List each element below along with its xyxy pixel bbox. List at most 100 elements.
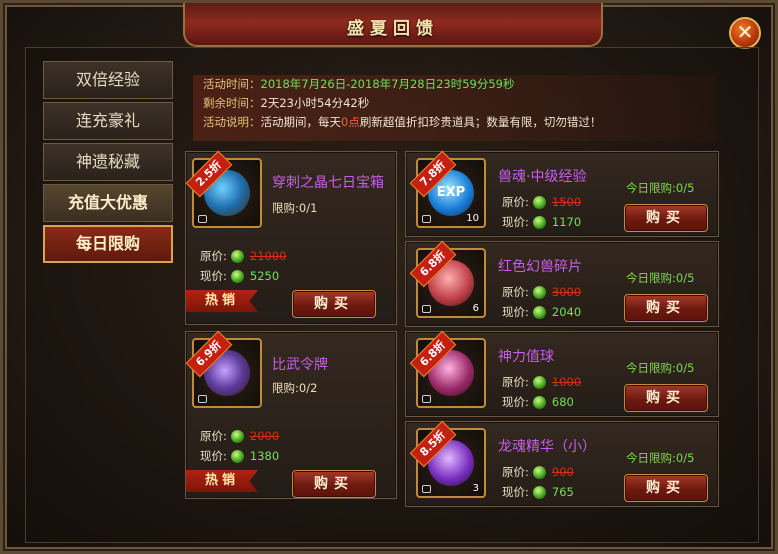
- jade-coin-icon: [532, 486, 546, 499]
- event-desc-row: 活动说明：活动期间，每天0点刷新超值折扣珍贵道具；数量有限，切勿错过！: [193, 113, 717, 132]
- window-frame: 盛夏回馈 ✕ 双倍经验 连充豪礼 神遗秘藏 充值大优惠 每日限购 活动时间：20…: [0, 0, 778, 554]
- close-button[interactable]: ✕: [729, 17, 761, 49]
- buy-button[interactable]: 购买: [624, 384, 708, 412]
- event-desc-highlight: 0点: [341, 115, 360, 129]
- item-icon[interactable]: 6.8折 6: [409, 240, 486, 318]
- buy-button[interactable]: 购买: [292, 470, 376, 498]
- buy-button[interactable]: 购买: [624, 294, 708, 322]
- item-quantity: 3: [472, 483, 479, 494]
- current-price: 现价: 1170: [502, 214, 581, 230]
- hot-sale-tag: 热销: [186, 290, 258, 312]
- original-price: 原价: 21000: [200, 248, 286, 264]
- buy-button[interactable]: 购买: [292, 290, 376, 318]
- original-price-value: 21000: [249, 249, 287, 263]
- item-icon[interactable]: 6.8折: [409, 330, 486, 408]
- item-icon[interactable]: 2.5折: [185, 150, 262, 228]
- lock-icon: [198, 215, 207, 223]
- original-price: 原价: 3000: [502, 284, 581, 300]
- lock-icon: [422, 395, 431, 403]
- remaining-time-value: 2天23小时54分42秒: [260, 96, 370, 110]
- original-price-value: 1500: [551, 195, 582, 209]
- item-quantity: 6: [472, 303, 479, 314]
- jade-coin-icon: [532, 216, 546, 229]
- original-price-label: 原价:: [502, 285, 529, 299]
- event-desc-label: 活动说明：: [203, 115, 261, 129]
- daily-limit: 今日限购:0/5: [626, 181, 695, 195]
- original-price-label: 原价:: [200, 429, 227, 443]
- event-desc-text-a: 活动期间，每天: [260, 115, 342, 129]
- buy-button[interactable]: 购买: [624, 204, 708, 232]
- current-price-value: 1380: [249, 449, 280, 463]
- current-price: 现价: 2040: [502, 304, 581, 320]
- item-name: 穿刺之晶七日宝箱: [272, 175, 384, 191]
- buy-button[interactable]: 购买: [624, 474, 708, 502]
- event-time-row: 活动时间：2018年7月26日-2018年7月28日23时59分59秒: [193, 75, 717, 94]
- current-price-value: 1170: [551, 215, 582, 229]
- lock-icon: [422, 485, 431, 493]
- current-price-label: 现价:: [502, 215, 529, 229]
- item-name: 龙魂精华（小）: [498, 439, 596, 455]
- item-icon[interactable]: EXP 7.8折 10: [409, 150, 486, 228]
- jade-coin-icon: [532, 396, 546, 409]
- original-price: 原价: 2000: [200, 428, 279, 444]
- item-icon[interactable]: 6.9折: [185, 330, 262, 408]
- jade-coin-icon: [230, 270, 244, 283]
- current-price: 现价: 1380: [200, 448, 279, 464]
- jade-coin-icon: [532, 376, 546, 389]
- original-price-label: 原价:: [502, 195, 529, 209]
- original-price-label: 原价:: [200, 249, 227, 263]
- event-info: 活动时间：2018年7月26日-2018年7月28日23时59分59秒 剩余时间…: [193, 75, 717, 141]
- jade-coin-icon: [532, 466, 546, 479]
- daily-limit: 今日限购:0/5: [626, 451, 695, 465]
- current-price-label: 现价:: [200, 449, 227, 463]
- item-card: 6.8折 6 红色幻兽碎片 今日限购:0/5 原价: 3000 现价: 2040 购…: [405, 240, 719, 327]
- window-title: 盛夏回馈: [347, 19, 439, 39]
- current-price: 现价: 680: [502, 394, 574, 410]
- daily-limit: 今日限购:0/5: [626, 271, 695, 285]
- remaining-time-row: 剩余时间：2天23小时54分42秒: [193, 94, 717, 113]
- event-time-value: 2018年7月26日-2018年7月28日23时59分59秒: [260, 77, 515, 91]
- current-price-label: 现价:: [200, 269, 227, 283]
- item-name: 兽魂·中级经验: [498, 169, 587, 185]
- tab-daily-limit[interactable]: 每日限购: [43, 225, 173, 263]
- jade-coin-icon: [230, 450, 244, 463]
- current-price-label: 现价:: [502, 485, 529, 499]
- original-price-value: 2000: [249, 429, 280, 443]
- current-price-value: 765: [551, 485, 574, 499]
- jade-coin-icon: [532, 306, 546, 319]
- lock-icon: [198, 395, 207, 403]
- jade-coin-icon: [230, 250, 244, 263]
- jade-coin-icon: [532, 196, 546, 209]
- original-price: 原价: 1000: [502, 374, 581, 390]
- original-price-value: 900: [551, 465, 574, 479]
- current-price: 现价: 5250: [200, 268, 279, 284]
- current-price-value: 5250: [249, 269, 280, 283]
- item-card: EXP 7.8折 10 兽魂·中级经验 今日限购:0/5 原价: 1500 现价:…: [405, 150, 719, 237]
- lock-icon: [422, 215, 431, 223]
- event-time-label: 活动时间：: [203, 77, 261, 91]
- title-bar: 盛夏回馈: [183, 3, 603, 47]
- jade-coin-icon: [532, 286, 546, 299]
- original-price: 原价: 900: [502, 464, 574, 480]
- current-price-value: 2040: [551, 305, 582, 319]
- item-icon[interactable]: 8.5折 3: [409, 420, 486, 498]
- purchase-limit: 限购:0/1: [272, 201, 318, 215]
- hot-sale-tag: 热销: [186, 470, 258, 492]
- item-card: 6.8折 神力值球 今日限购:0/5 原价: 1000 现价: 680 购买: [405, 330, 719, 417]
- current-price-value: 680: [551, 395, 574, 409]
- tab-divine-treasure[interactable]: 神遗秘藏: [43, 143, 173, 181]
- item-card: 2.5折 穿刺之晶七日宝箱 限购:0/1 原价: 21000 现价: 5250 热销…: [185, 150, 397, 325]
- tab-recharge-discount[interactable]: 充值大优惠: [43, 184, 173, 222]
- tab-recharge-gifts[interactable]: 连充豪礼: [43, 102, 173, 140]
- current-price-label: 现价:: [502, 395, 529, 409]
- tab-list: 双倍经验 连充豪礼 神遗秘藏 充值大优惠 每日限购: [43, 61, 175, 266]
- event-desc-text-b: 刷新超值折扣珍贵道具；数量有限，切勿错过！: [359, 115, 602, 129]
- remaining-time-label: 剩余时间：: [203, 96, 261, 110]
- tab-double-exp[interactable]: 双倍经验: [43, 61, 173, 99]
- item-quantity: 10: [466, 213, 479, 224]
- item-card: 8.5折 3 龙魂精华（小） 今日限购:0/5 原价: 900 现价: 765 购买: [405, 420, 719, 507]
- original-price-value: 1000: [551, 375, 582, 389]
- item-name: 比武令牌: [272, 357, 328, 373]
- lock-icon: [422, 305, 431, 313]
- original-price: 原价: 1500: [502, 194, 581, 210]
